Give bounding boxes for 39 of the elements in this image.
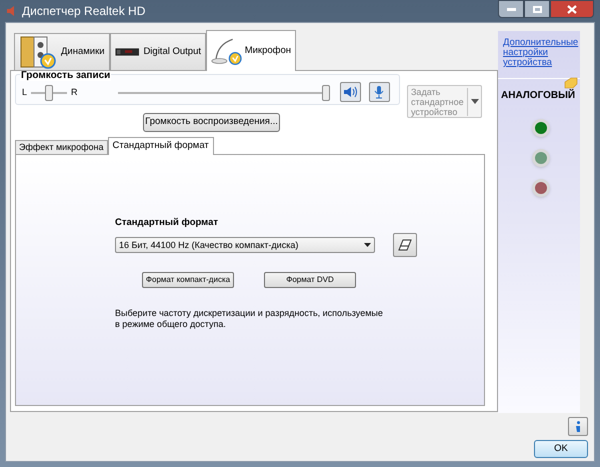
- balance-slider[interactable]: [31, 84, 68, 100]
- section-heading: АНАЛОГОВЫЙ: [501, 88, 576, 103]
- sub-tab[interactable]: Стандартный формат: [108, 137, 214, 155]
- folder-icon: [564, 77, 578, 89]
- dropdown-arrow-icon: [364, 243, 371, 248]
- microphone-button[interactable]: [368, 82, 390, 102]
- device-tab[interactable]: Digital Output: [110, 33, 206, 71]
- eraser-button[interactable]: [393, 233, 417, 258]
- slider-thumb[interactable]: [45, 84, 54, 100]
- format-button[interactable]: Формат DVD: [264, 272, 356, 288]
- group-label: Громкость записи: [20, 71, 112, 81]
- format-dropdown[interactable]: 16 Бит, 44100 Hz (Качество компакт-диска): [115, 237, 375, 254]
- left-label: L: [22, 86, 28, 99]
- info-icon: [575, 420, 581, 432]
- close-button[interactable]: [550, 0, 594, 18]
- jack-indicator[interactable]: [532, 149, 550, 167]
- speaker-button[interactable]: [340, 82, 361, 102]
- right-label: R: [71, 86, 78, 99]
- speaker-icon: [342, 86, 358, 98]
- info-button[interactable]: [568, 417, 588, 436]
- close-icon: [567, 4, 577, 14]
- device-tab[interactable]: Динамики: [14, 33, 110, 71]
- sub-tab[interactable]: Эффект микрофона: [15, 140, 108, 155]
- minimize-button[interactable]: [498, 0, 524, 18]
- section-heading: Стандартный формат: [115, 216, 220, 230]
- slider-thumb[interactable]: [322, 84, 330, 100]
- jack-indicator[interactable]: [532, 179, 550, 197]
- volume-slider[interactable]: [118, 84, 330, 100]
- playback-volume-button[interactable]: Громкость воспроизведения...: [143, 113, 280, 132]
- dropdown-arrow-icon: [471, 99, 479, 104]
- microphone-icon: [372, 84, 386, 98]
- ok-button[interactable]: OK: [534, 440, 588, 458]
- description-text: Выберите частоту дискретизации и разрядность, используемые в режиме общего доступа.: [115, 308, 384, 330]
- window-title: Диспетчер Realtek HD: [22, 3, 146, 20]
- eraser-icon: [398, 239, 412, 252]
- device-tab[interactable]: Микрофон: [206, 30, 296, 71]
- jack-indicator[interactable]: [532, 119, 550, 137]
- format-button[interactable]: Формат компакт-диска: [142, 272, 234, 288]
- maximize-button[interactable]: [524, 0, 550, 18]
